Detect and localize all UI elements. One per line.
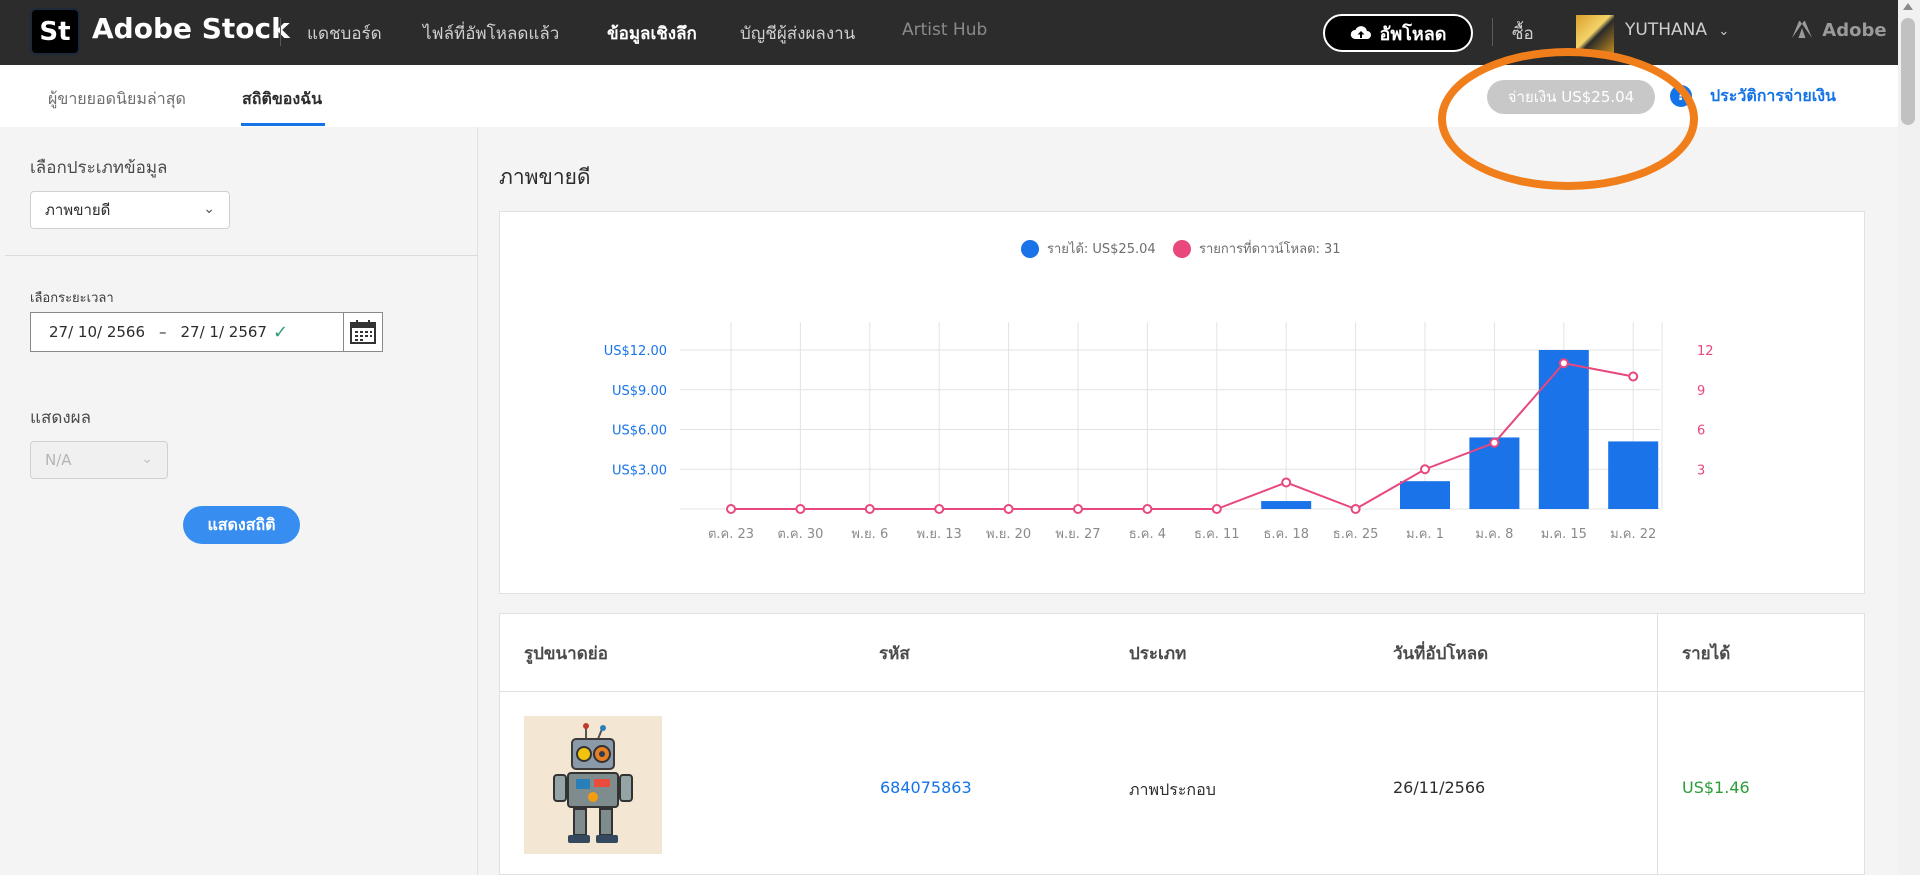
y-left-tick-label: US$12.00 — [604, 344, 667, 359]
x-tick-label: ม.ค. 1 — [1406, 527, 1444, 542]
x-tick-label: ม.ค. 15 — [1541, 527, 1587, 542]
column-header-type[interactable]: ประเภท — [1129, 640, 1186, 667]
x-tick-label: พ.ย. 27 — [1055, 527, 1100, 542]
point-downloads — [1350, 504, 1361, 514]
scroll-up-arrow-icon[interactable] — [1903, 3, 1913, 10]
bar-earnings — [1469, 437, 1520, 509]
y-right-tick-label: 6 — [1697, 424, 1705, 439]
robot-illustration — [553, 723, 633, 843]
page-scrollbar[interactable] — [1898, 0, 1920, 875]
column-header-upload-date[interactable]: วันที่อัปโหลด — [1393, 640, 1488, 667]
x-tick-label: ธ.ค. 18 — [1263, 527, 1309, 542]
scrollbar-thumb[interactable] — [1901, 18, 1915, 125]
robot-thumbnail[interactable] — [524, 716, 662, 854]
point-downloads — [1281, 477, 1292, 488]
x-tick-label: ม.ค. 22 — [1610, 527, 1656, 542]
x-tick-label: ธ.ค. 25 — [1333, 527, 1379, 542]
point-downloads — [795, 504, 806, 514]
point-downloads — [1420, 464, 1430, 475]
y-left-tick-label: US$6.00 — [612, 424, 667, 439]
point-downloads — [934, 504, 945, 514]
x-tick-label: ต.ค. 23 — [708, 527, 754, 542]
point-downloads — [1628, 371, 1639, 382]
x-tick-label: ธ.ค. 4 — [1129, 527, 1166, 542]
x-tick-label: ม.ค. 8 — [1475, 527, 1513, 542]
image-id-link[interactable]: 684075863 — [880, 778, 972, 797]
image-type: ภาพประกอบ — [1129, 780, 1216, 799]
earnings-downloads-chart: ต.ค. 23 ต.ค. 30 พ.ย. 6 พ.ย. 13 พ.ย. 20 พ.ย. 2… — [604, 322, 1714, 542]
point-downloads — [1211, 504, 1222, 514]
bar-earnings — [1608, 441, 1659, 509]
table-row-divider — [499, 691, 1865, 692]
y-left-tick-label: US$3.00 — [612, 463, 667, 478]
column-header-thumbnail: รูปขนาดย่อ — [524, 644, 608, 664]
point-downloads — [1142, 504, 1153, 514]
y-right-tick-label: 12 — [1697, 344, 1714, 359]
x-tick-label: พ.ย. 6 — [851, 527, 888, 542]
x-tick-label: พ.ย. 13 — [917, 527, 962, 542]
image-upload-date: 26/11/2566 — [1393, 778, 1486, 797]
bar-earnings — [1261, 501, 1312, 509]
y-right-tick-label: 9 — [1697, 384, 1705, 399]
x-tick-label: ธ.ค. 11 — [1194, 527, 1240, 542]
column-header-earnings[interactable]: รายได้ — [1682, 640, 1730, 667]
column-divider — [1657, 613, 1658, 875]
point-downloads — [1073, 504, 1083, 514]
x-tick-label: ต.ค. 30 — [777, 527, 823, 542]
image-earnings: US$1.46 — [1682, 778, 1750, 797]
point-downloads — [1558, 358, 1569, 369]
point-downloads — [1489, 437, 1500, 448]
y-left-tick-label: US$9.00 — [612, 384, 667, 399]
bar-earnings — [1400, 481, 1450, 509]
point-downloads — [726, 504, 736, 514]
column-header-id[interactable]: รหัส — [879, 640, 910, 667]
y-right-tick-label: 3 — [1697, 463, 1705, 478]
point-downloads — [1003, 504, 1014, 514]
point-downloads — [864, 504, 875, 514]
x-tick-label: พ.ย. 20 — [986, 527, 1031, 542]
bar-earnings — [1538, 350, 1589, 509]
